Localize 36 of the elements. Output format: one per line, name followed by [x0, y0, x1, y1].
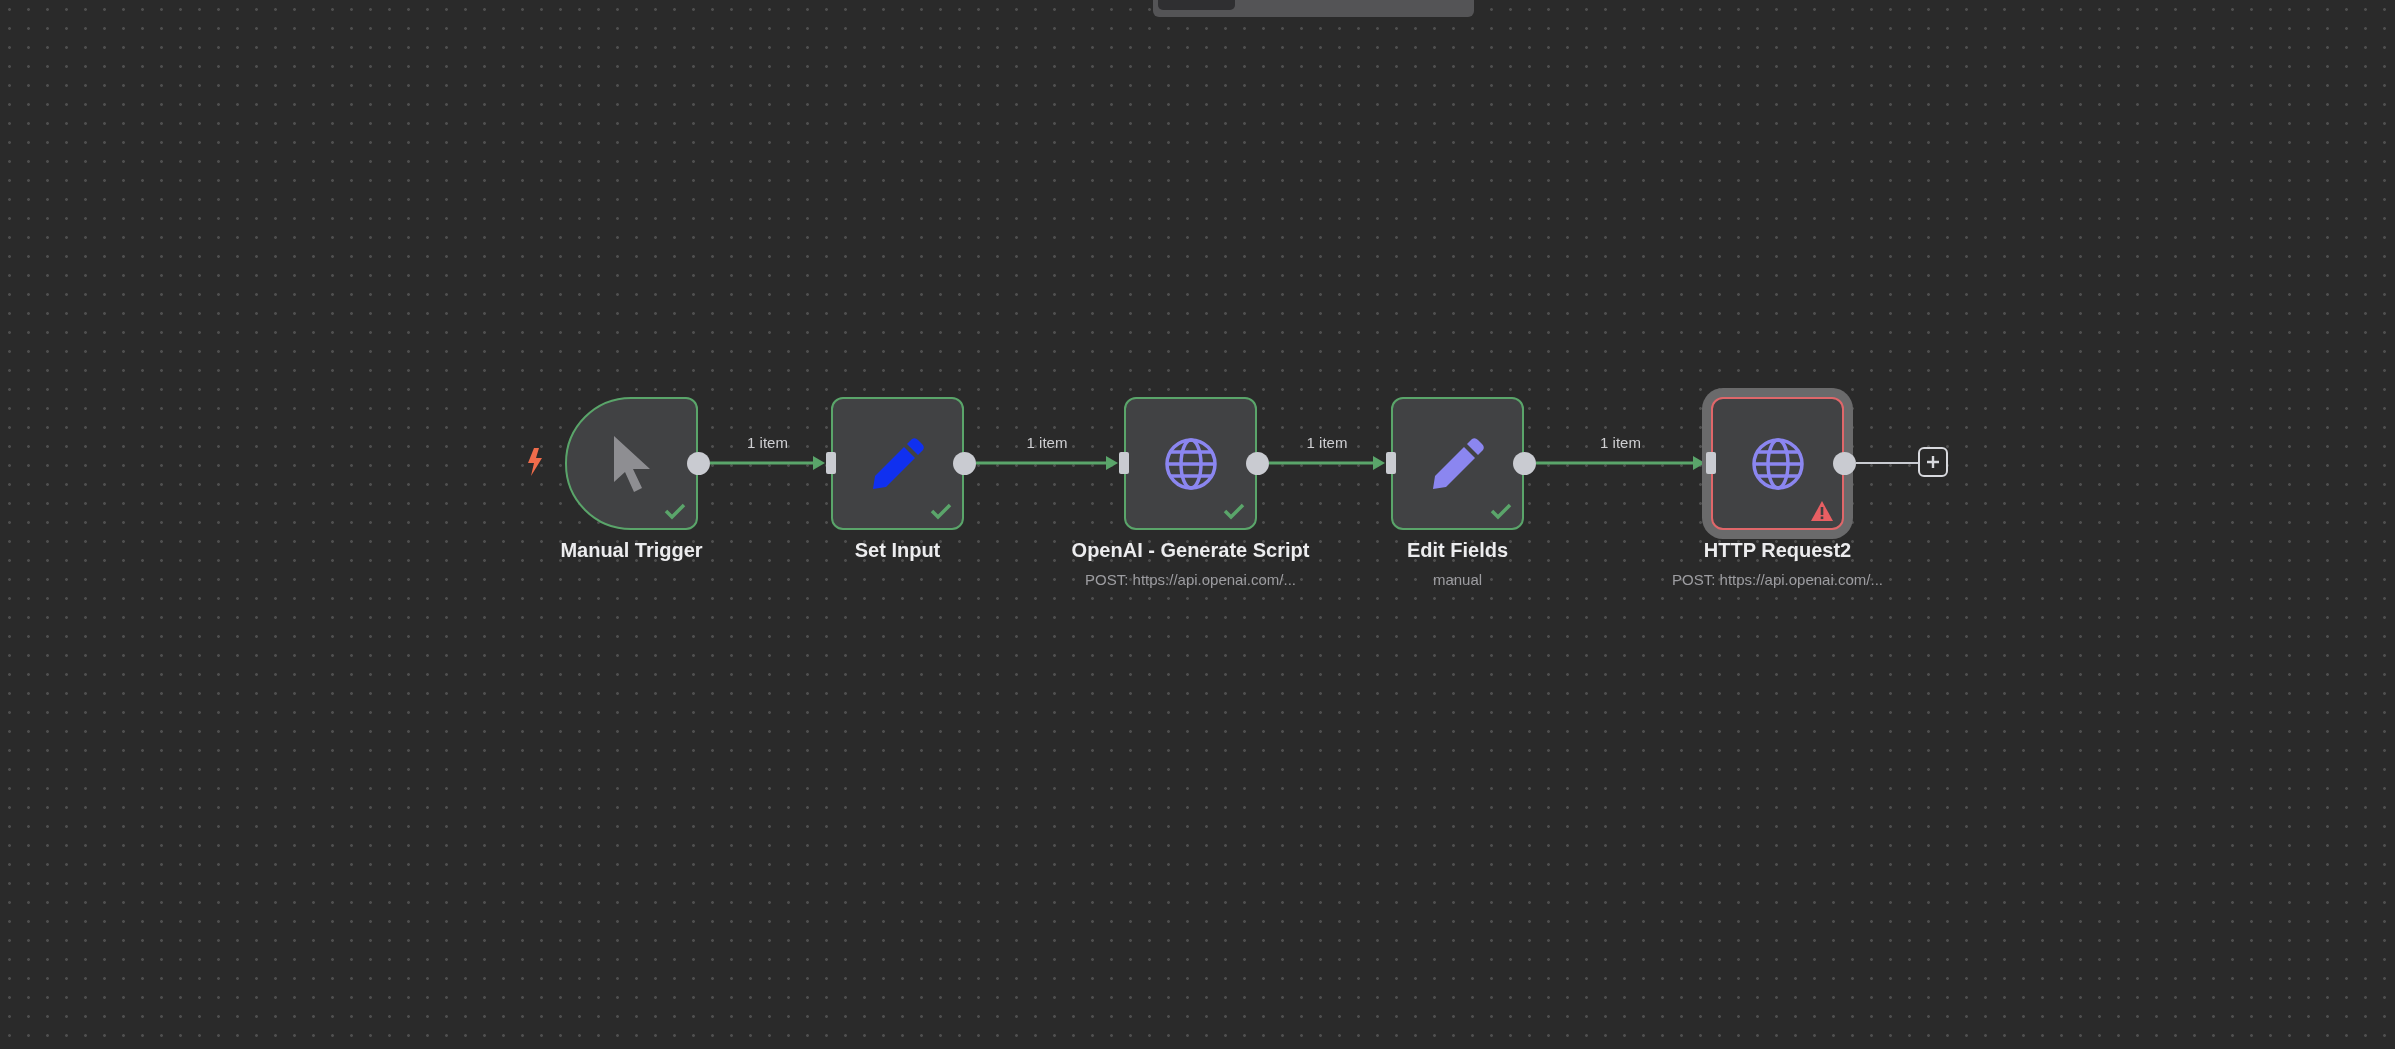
input-handle[interactable]: [1386, 452, 1396, 474]
node-subtitle: manual: [1432, 571, 1483, 588]
workflow-node[interactable]: [1391, 397, 1524, 530]
node-subtitle: POST: https://api.openai.com/...: [1085, 571, 1296, 588]
input-handle[interactable]: [826, 452, 836, 474]
check-icon: [664, 502, 686, 520]
output-handle[interactable]: [1246, 452, 1269, 475]
add-node-button[interactable]: [1918, 447, 1948, 477]
lightning-icon: [525, 447, 545, 477]
edge-label: 1 item: [1026, 434, 1068, 451]
node-title: HTTP Request2: [1703, 539, 1852, 562]
node-subtitle: POST: https://api.openai.com/...: [1672, 571, 1883, 588]
check-icon: [1490, 502, 1512, 520]
plus-icon: [1925, 454, 1941, 470]
node-title: Set Input: [854, 539, 941, 562]
workflow-node[interactable]: [1124, 397, 1257, 530]
node-title: OpenAI - Generate Script: [1071, 539, 1310, 562]
output-handle[interactable]: [1513, 452, 1536, 475]
workflow-node[interactable]: [565, 397, 698, 530]
node-title: Manual Trigger: [560, 539, 703, 562]
output-handle[interactable]: [687, 452, 710, 475]
edge-label: 1 item: [1306, 434, 1348, 451]
workflow-node[interactable]: [831, 397, 964, 530]
connection-arrow[interactable]: [1269, 456, 1385, 470]
check-icon: [1223, 502, 1245, 520]
check-icon: [930, 502, 952, 520]
connection-arrow[interactable]: [1536, 456, 1705, 470]
input-handle[interactable]: [1119, 452, 1129, 474]
input-handle[interactable]: [1706, 452, 1716, 474]
node-title: Edit Fields: [1406, 539, 1509, 562]
edge-label: 1 item: [747, 434, 788, 451]
output-handle[interactable]: [953, 452, 976, 475]
edge-label: 1 item: [1600, 434, 1641, 451]
connection-arrow[interactable]: [976, 456, 1118, 470]
connection-arrow[interactable]: [710, 456, 825, 470]
warning-icon: [1810, 500, 1834, 522]
